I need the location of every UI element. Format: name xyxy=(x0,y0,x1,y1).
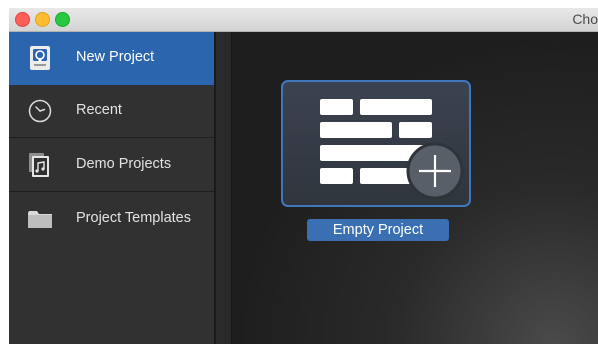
clock-icon xyxy=(28,99,52,123)
sidebar-item-demo-projects[interactable]: Demo Projects xyxy=(9,139,214,192)
sidebar-item-label: Demo Projects xyxy=(76,156,172,172)
folder-icon xyxy=(28,211,52,228)
close-window-button[interactable] xyxy=(15,12,30,27)
minimize-window-button[interactable] xyxy=(35,12,50,27)
sidebar: New Project Recent Demo Projects Project… xyxy=(9,32,214,344)
sidebar-item-new-project[interactable]: New Project xyxy=(9,32,214,85)
sidebar-item-recent[interactable]: Recent xyxy=(9,85,214,138)
empty-project-tile[interactable] xyxy=(281,80,471,207)
title-bar: Cho xyxy=(9,8,598,32)
split-view-handle[interactable] xyxy=(216,32,231,344)
sidebar-item-label: New Project xyxy=(76,49,155,65)
empty-project-icon xyxy=(320,99,464,200)
sidebar-item-label: Recent xyxy=(76,102,122,118)
sidebar-item-project-templates[interactable]: Project Templates xyxy=(9,193,214,246)
zoom-window-button[interactable] xyxy=(55,12,70,27)
template-browser: Empty Project xyxy=(232,32,598,344)
window-title: Cho xyxy=(572,11,598,27)
music-document-icon xyxy=(29,153,49,177)
empty-project-label[interactable]: Empty Project xyxy=(307,219,449,241)
sidebar-item-label: Project Templates xyxy=(76,210,191,226)
project-chooser-window: Cho New Project Recent Demo Projects Pro… xyxy=(9,8,598,344)
new-project-icon xyxy=(30,46,50,70)
